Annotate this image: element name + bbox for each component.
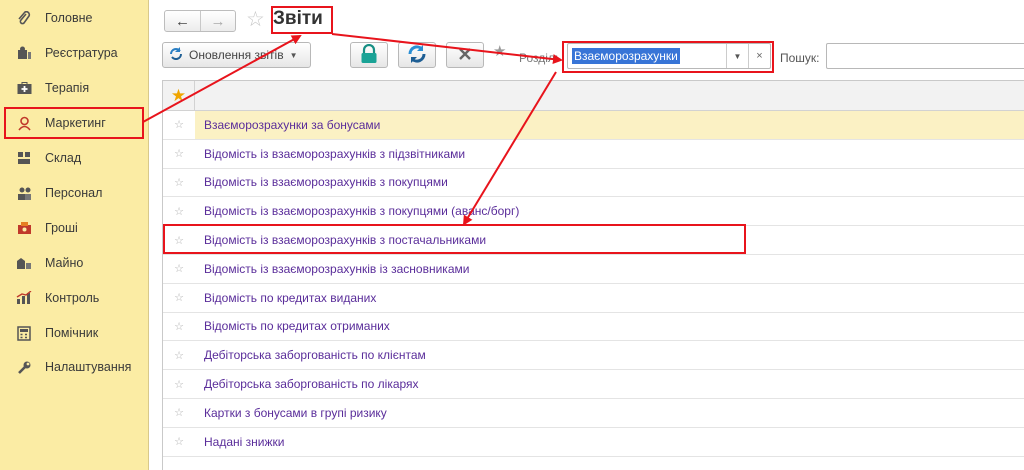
- report-link[interactable]: Відомість із взаєморозрахунків з покупця…: [195, 175, 448, 189]
- registry-icon: [16, 45, 32, 61]
- lock-button[interactable]: [350, 42, 388, 68]
- report-link[interactable]: Відомість із взаєморозрахунків з підзвіт…: [195, 147, 465, 161]
- sync-icon: [407, 44, 427, 67]
- report-link[interactable]: Відомість із взаєморозрахунків із заснов…: [195, 262, 469, 276]
- close-icon: [459, 47, 471, 63]
- sidebar-item-label: Персонал: [45, 186, 103, 200]
- chevron-down-icon: ▼: [289, 50, 298, 60]
- report-link[interactable]: Відомість із взаєморозрахунків з постача…: [195, 233, 486, 247]
- table-row[interactable]: ☆ Дебіторська заборгованість по лікарях: [163, 370, 1024, 399]
- report-link[interactable]: Відомість із взаєморозрахунків з покупця…: [195, 204, 519, 218]
- sidebar-item-label: Контроль: [45, 291, 100, 305]
- favorites-filter-star-icon[interactable]: ★: [493, 42, 506, 60]
- update-reports-label: Оновлення звітів: [189, 48, 284, 62]
- table-row[interactable]: ☆ Надані знижки: [163, 428, 1024, 457]
- table-row[interactable]: ☆ Картки з бонусами в групі ризику: [163, 399, 1024, 428]
- staff-icon: [16, 185, 32, 201]
- section-select[interactable]: Взаєморозрахунки ▼ ×: [567, 43, 771, 69]
- favorite-column-star-icon[interactable]: ★: [163, 81, 195, 110]
- sidebar-item-therapy[interactable]: Терапія: [0, 75, 149, 101]
- table-row[interactable]: ☆ Відомість із взаєморозрахунків з постач…: [163, 226, 1024, 255]
- sidebar-item-label: Налаштування: [45, 360, 132, 374]
- report-link[interactable]: Дебіторська заборгованість по лікарях: [195, 377, 419, 391]
- marketing-person-icon: [16, 115, 32, 131]
- table-header: ★: [163, 81, 1024, 111]
- reports-table: ★ ☆ Взаєморозрахунки за бонусами ☆ Відоміс…: [162, 80, 1024, 470]
- sidebar-item-label: Головне: [45, 11, 93, 25]
- update-reports-button[interactable]: Оновлення звітів ▼: [162, 42, 311, 68]
- report-link[interactable]: Картки з бонусами в групі ризику: [195, 406, 387, 420]
- table-row[interactable]: ☆ Відомість по кредитах виданих: [163, 284, 1024, 313]
- report-link[interactable]: Взаєморозрахунки за бонусами: [195, 118, 380, 132]
- favorite-star-icon[interactable]: ☆: [163, 169, 195, 197]
- favorite-star-icon[interactable]: ☆: [163, 111, 195, 139]
- history-nav: ← →: [164, 10, 236, 32]
- clear-section-button[interactable]: ×: [748, 44, 770, 68]
- paperclip-icon: [16, 10, 32, 26]
- favorite-star-icon[interactable]: ☆: [163, 284, 195, 312]
- favorite-star-icon[interactable]: ☆: [246, 9, 265, 31]
- table-row[interactable]: ☆ Відомість із взаєморозрахунків із засно…: [163, 255, 1024, 284]
- favorite-star-icon[interactable]: ☆: [163, 341, 195, 369]
- search-input[interactable]: [826, 43, 1024, 69]
- control-chart-icon: [16, 290, 32, 306]
- report-link[interactable]: Надані знижки: [195, 435, 284, 449]
- table-row[interactable]: ☆ Дебіторська заборгованість по клієнтам: [163, 341, 1024, 371]
- back-button[interactable]: ←: [165, 11, 200, 31]
- report-link[interactable]: Відомість по кредитах отриманих: [195, 319, 390, 333]
- sidebar-item-label: Маркетинг: [45, 116, 106, 130]
- report-link[interactable]: Відомість по кредитах виданих: [195, 291, 376, 305]
- table-row[interactable]: ☆ Відомість по кредитах отриманих: [163, 313, 1024, 342]
- property-icon: [16, 255, 32, 271]
- money-icon: [16, 220, 32, 236]
- table-row[interactable]: ☆ Відомість із взаєморозрахунків з покупц…: [163, 169, 1024, 198]
- sidebar-item-money[interactable]: Гроші: [0, 215, 149, 241]
- table-row[interactable]: ☆ Відомість із взаєморозрахунків з підзві…: [163, 140, 1024, 169]
- table-row[interactable]: ☆ Взаєморозрахунки за бонусами: [163, 111, 1024, 140]
- lock-icon: [360, 43, 378, 67]
- sidebar-item-registry[interactable]: Реєстратура: [0, 40, 149, 66]
- favorite-star-icon[interactable]: ☆: [163, 140, 195, 168]
- sidebar-item-control[interactable]: Контроль: [0, 285, 149, 311]
- favorite-star-icon[interactable]: ☆: [163, 255, 195, 283]
- chevron-down-icon[interactable]: ▼: [726, 44, 748, 68]
- warehouse-icon: [16, 150, 32, 166]
- sidebar-item-warehouse[interactable]: Склад: [0, 145, 149, 171]
- medkit-icon: [16, 80, 32, 96]
- section-label: Розділ:: [519, 51, 559, 65]
- sidebar-item-label: Терапія: [45, 81, 90, 95]
- delete-button[interactable]: [446, 42, 484, 68]
- sidebar-item-staff[interactable]: Персонал: [0, 180, 149, 206]
- sidebar-item-settings[interactable]: Налаштування: [0, 354, 149, 380]
- assistant-calculator-icon: [16, 325, 32, 341]
- favorite-star-icon[interactable]: ☆: [163, 428, 195, 456]
- sidebar-item-home[interactable]: Головне: [0, 5, 149, 31]
- sidebar-item-marketing[interactable]: Маркетинг: [0, 110, 149, 136]
- section-value[interactable]: Взаєморозрахунки: [568, 44, 726, 68]
- sync-button[interactable]: [398, 42, 436, 68]
- sidebar-item-label: Гроші: [45, 221, 78, 235]
- search-label: Пошук:: [780, 51, 820, 65]
- favorite-star-icon[interactable]: ☆: [163, 313, 195, 341]
- refresh-icon: [169, 46, 183, 64]
- sidebar-item-label: Реєстратура: [45, 46, 118, 60]
- sidebar: Головне Реєстратура Терапія Маркетинг Ск…: [0, 0, 149, 470]
- page-title: Звіти: [273, 8, 323, 29]
- favorite-star-icon[interactable]: ☆: [163, 370, 195, 398]
- sidebar-item-property[interactable]: Майно: [0, 250, 149, 276]
- sidebar-item-label: Майно: [45, 256, 84, 270]
- report-link[interactable]: Дебіторська заборгованість по клієнтам: [195, 348, 426, 362]
- sidebar-item-label: Склад: [45, 151, 82, 165]
- forward-button[interactable]: →: [200, 11, 235, 31]
- favorite-star-icon[interactable]: ☆: [163, 197, 195, 225]
- favorite-star-icon[interactable]: ☆: [163, 399, 195, 427]
- settings-wrench-icon: [16, 359, 32, 375]
- favorite-star-icon[interactable]: ☆: [163, 226, 195, 254]
- sidebar-item-label: Помічник: [45, 326, 99, 340]
- sidebar-item-assistant[interactable]: Помічник: [0, 320, 149, 346]
- table-row[interactable]: ☆ Відомість із взаєморозрахунків з покупц…: [163, 197, 1024, 227]
